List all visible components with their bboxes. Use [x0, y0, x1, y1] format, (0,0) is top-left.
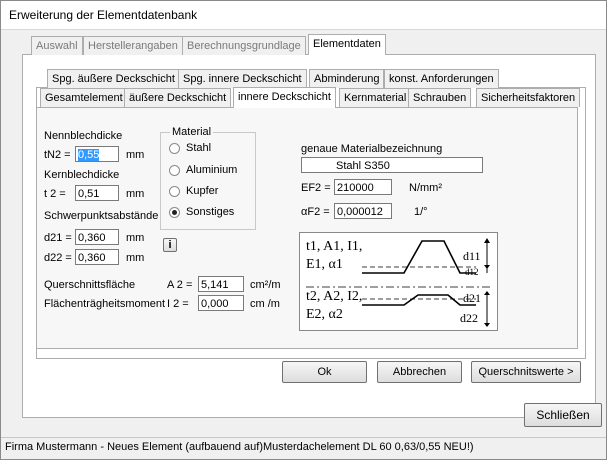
diagram-bot-symbols2: E2, α2 [306, 307, 343, 322]
a2-label: A 2 = [167, 279, 193, 291]
tab-spg-innere[interactable]: Spg. innere Deckschicht [178, 69, 307, 88]
i2-unit: cm /m [250, 298, 280, 310]
alpha-label: αF2 = [301, 206, 330, 218]
tab-auswahl[interactable]: Auswahl [31, 36, 83, 55]
a2-unit: cm²/m [250, 279, 281, 291]
alpha-input[interactable]: 0,000012 [334, 203, 392, 219]
tn2-input[interactable]: 0,55 [75, 146, 119, 162]
querschnitt-label: Querschnittsfläche [44, 279, 136, 291]
ef2-unit: N/mm² [409, 182, 442, 194]
d22-unit: mm [126, 252, 145, 264]
radio-stahl-label: Stahl [186, 142, 212, 154]
t2-label: t 2 = [44, 188, 66, 200]
tab-sicherheitsfaktoren[interactable]: Sicherheitsfaktoren [476, 88, 581, 107]
diagram-top-symbols2: E1, α1 [306, 257, 343, 272]
tab-innere-deckschicht[interactable]: innere Deckschicht [233, 87, 336, 108]
radio-aluminium[interactable] [169, 165, 180, 176]
radio-aluminium-label: Aluminium [186, 164, 238, 176]
diagram-top-symbols: t1, A1, I1, [306, 239, 363, 254]
schliessen-button[interactable]: Schließen [524, 403, 602, 427]
tab-elementdaten[interactable]: Elementdaten [308, 34, 386, 55]
schwerpunkt-label: Schwerpunktsabstände [44, 210, 159, 222]
tab-schrauben[interactable]: Schrauben [408, 88, 472, 107]
d22-label: d22 = [44, 252, 72, 264]
kernblechdicke-label: Kernblechdicke [44, 169, 120, 181]
ok-button[interactable]: Ok [282, 361, 367, 383]
querschnittswerte-button[interactable]: Querschnitswerte > [471, 361, 581, 383]
title-bar: Erweiterung der Elementdatenbank [1, 1, 606, 30]
status-bar: Firma Mustermann - Neues Element (aufbau… [1, 437, 606, 458]
d21-label: d21 = [44, 232, 72, 244]
alpha-unit: 1/° [414, 206, 428, 218]
tab-konst-anforderungen[interactable]: konst. Anforderungen [384, 69, 499, 88]
tab-gesamtelement[interactable]: Gesamtelement [40, 88, 128, 107]
radio-stahl[interactable] [169, 143, 180, 154]
tn2-unit: mm [126, 149, 145, 161]
i2-input[interactable]: 0,000 [198, 295, 244, 311]
t2-unit: mm [126, 188, 145, 200]
tab-kernmaterial[interactable]: Kernmaterial [339, 88, 412, 107]
d21-input[interactable]: 0,360 [75, 229, 119, 245]
radio-kupfer[interactable] [169, 186, 180, 197]
bezeichnung-input[interactable]: Stahl S350 [301, 157, 483, 173]
a2-input[interactable]: 5,141 [198, 276, 244, 292]
flaechen-label: Flächenträgheitsmoment [44, 298, 166, 310]
tab-spg-aeussere[interactable]: Spg. äußere Deckschicht [47, 69, 180, 88]
tn2-label: tN2 = [44, 149, 71, 161]
ef2-label: EF2 = [301, 182, 331, 194]
diagram-d22: d22 [460, 311, 478, 325]
status-text: Firma Mustermann - Neues Element (aufbau… [5, 441, 474, 453]
diagram-d11: d11 [463, 249, 481, 263]
cross-section-diagram: t1, A1, I1, E1, α1 d11 d12 t2, A2, I2, E… [299, 232, 498, 331]
ef2-input[interactable]: 210000 [334, 179, 392, 195]
radio-kupfer-label: Kupfer [186, 185, 219, 197]
tab-berechnungsgrundlage[interactable]: Berechnungsgrundlage [182, 36, 306, 55]
radio-sonstiges-label: Sonstiges [186, 206, 235, 218]
diagram-bot-symbols: t2, A2, I2, [306, 289, 363, 304]
abbrechen-button[interactable]: Abbrechen [377, 361, 462, 383]
i2-label: I 2 = [167, 298, 189, 310]
radio-sonstiges[interactable] [169, 207, 180, 218]
d21-unit: mm [126, 232, 145, 244]
t2-input[interactable]: 0,51 [75, 185, 119, 201]
tab-abminderung[interactable]: Abminderung [309, 69, 385, 88]
tab-aeussere-deckschicht[interactable]: äußere Deckschicht [124, 88, 232, 107]
nennblechdicke-label: Nennblechdicke [44, 130, 123, 142]
d22-input[interactable]: 0,360 [75, 249, 119, 265]
window-title: Erweiterung der Elementdatenbank [9, 8, 198, 22]
tab-herstellerangaben[interactable]: Herstellerangaben [83, 36, 183, 55]
bezeichnung-label: genaue Materialbezeichnung [301, 143, 443, 155]
material-group-label: Material [170, 126, 214, 138]
diagram-d12: d12 [465, 267, 479, 277]
info-button[interactable]: i [163, 238, 177, 252]
diagram-d21: d21 [463, 291, 481, 305]
